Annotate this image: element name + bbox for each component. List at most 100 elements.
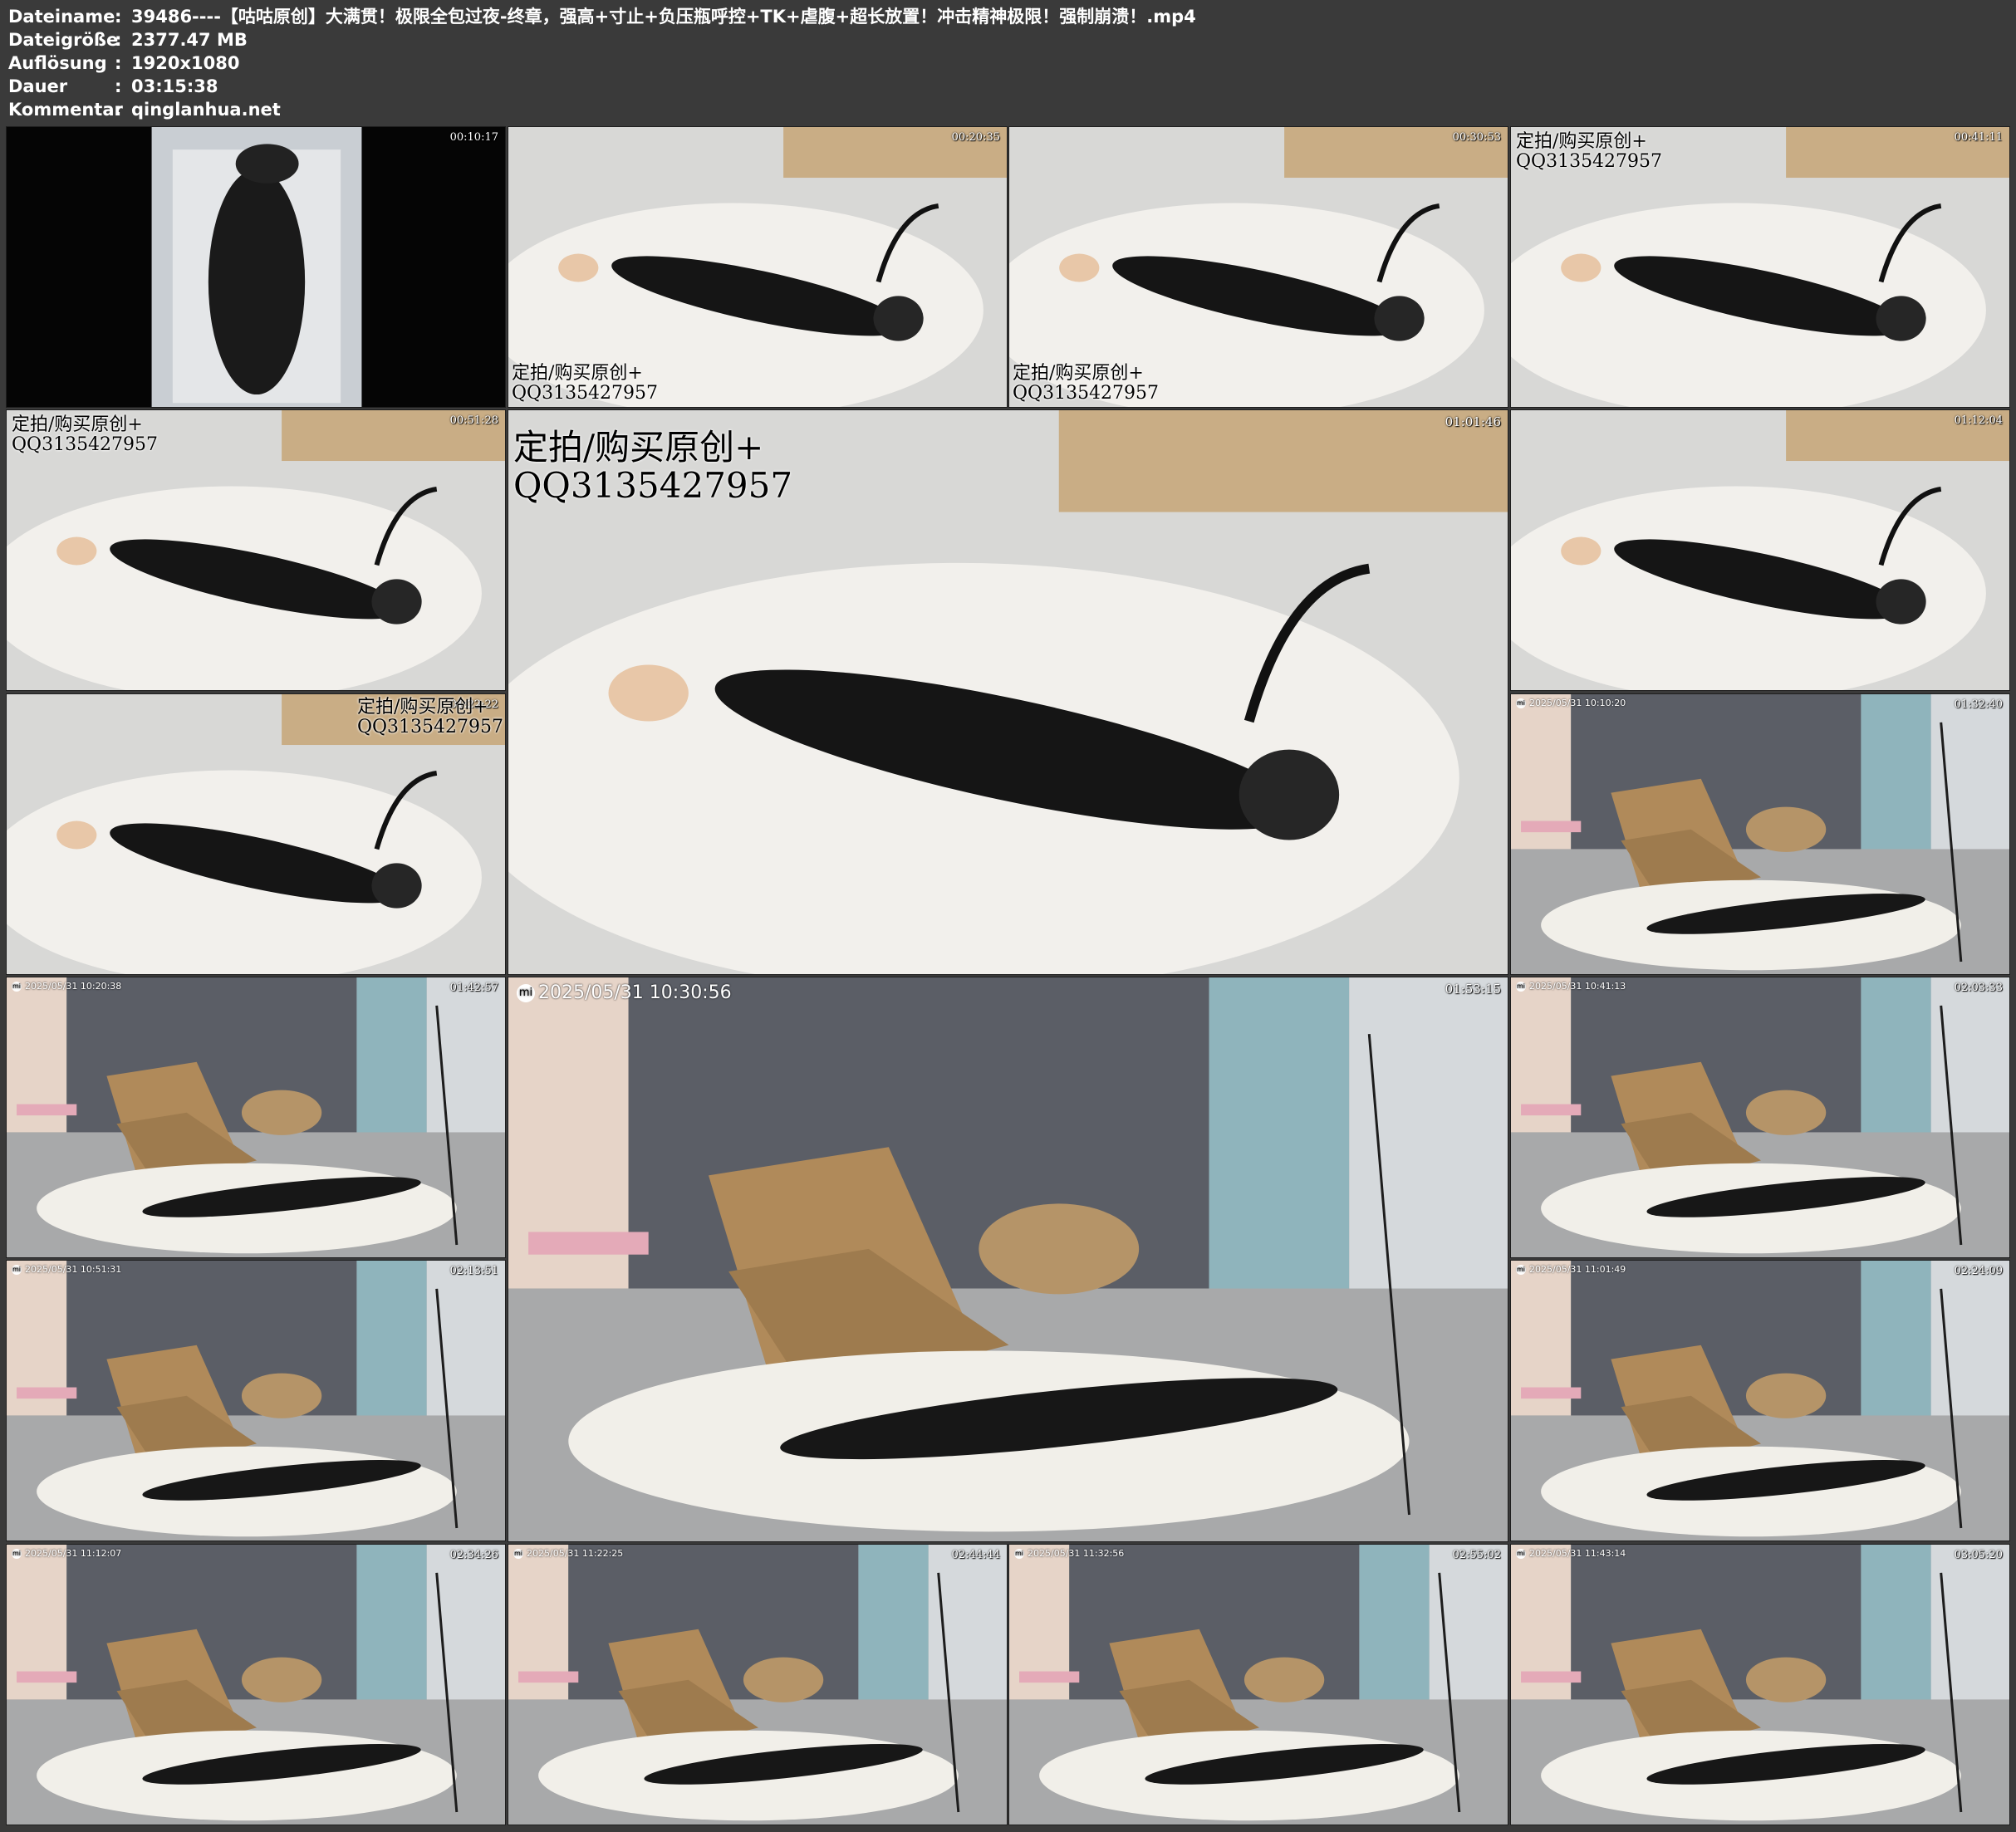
frame-timestamp: 00:30:53 (1452, 131, 1501, 144)
camera-logo-icon: mi (12, 1549, 22, 1559)
watermark-line-2: QQ3135427957 (513, 465, 793, 507)
camera-datetime-text: 2025/05/31 11:01:49 (1529, 1264, 1626, 1275)
camera-datetime: mi 2025/05/31 11:43:14 (1516, 1548, 1626, 1559)
frame-timestamp: 00:51:28 (449, 414, 498, 427)
thumbnail-frame: 00:30:53 定拍/购买原创+ QQ3135427957 (1008, 126, 1508, 408)
frame-timestamp: 03:05:20 (1954, 1549, 2003, 1561)
frame-image (508, 1545, 1007, 1825)
thumbnail-frame: 01:32:40 mi 2025/05/31 10:10:20 (1510, 693, 2010, 975)
info-label: Auflösung (8, 53, 107, 73)
watermark-line-1: 定拍/购买原创+ (1516, 131, 1647, 152)
frame-timestamp: 00:20:35 (951, 131, 1000, 144)
frame-timestamp: 00:41:11 (1954, 131, 2003, 144)
camera-datetime-text: 2025/05/31 10:41:13 (1529, 981, 1626, 992)
info-row-resolution: Auflösung:1920x1080 (8, 51, 2002, 75)
camera-logo-icon: mi (517, 984, 535, 1002)
frame-image (1009, 1545, 1508, 1825)
camera-logo-icon: mi (1516, 1549, 1526, 1559)
watermark-line-1: 定拍/购买原创+ (356, 697, 488, 718)
thumbnail-frame: 02:55:02 mi 2025/05/31 11:32:56 (1008, 1544, 1508, 1825)
frame-timestamp: 01:53:15 (1445, 982, 1501, 997)
frame-image (508, 977, 1508, 1541)
watermark: 定拍/购买原创+ QQ3135427957 (356, 697, 503, 738)
info-label: Dauer (8, 76, 68, 96)
camera-datetime-text: 2025/05/31 10:30:56 (538, 982, 732, 1003)
watermark: 定拍/购买原创+ QQ3135427957 (1013, 362, 1160, 404)
camera-datetime-text: 2025/05/31 10:51:31 (25, 1264, 122, 1275)
camera-datetime-text: 2025/05/31 11:43:14 (1529, 1548, 1626, 1559)
info-label: Dateiname (8, 7, 115, 27)
info-separator: : (115, 7, 122, 27)
frame-image (1511, 1261, 2009, 1541)
info-value-resolution: 1920x1080 (131, 53, 240, 73)
watermark-line-1: 定拍/购买原创+ (512, 362, 643, 384)
camera-logo-icon: mi (12, 982, 22, 992)
frame-timestamp: 01:42:57 (449, 982, 498, 994)
frame-image (7, 127, 505, 407)
camera-datetime-text: 2025/05/31 11:32:56 (1028, 1548, 1125, 1559)
watermark-line-1: 定拍/购买原创+ (1013, 362, 1144, 384)
camera-datetime: mi 2025/05/31 11:01:49 (1516, 1264, 1626, 1275)
thumbnail-frame: 02:03:33 mi 2025/05/31 10:41:13 (1510, 977, 2010, 1258)
camera-datetime-text: 2025/05/31 10:20:38 (25, 981, 122, 992)
info-separator: : (115, 53, 122, 73)
thumbnail-frame: 00:20:35 定拍/购买原创+ QQ3135427957 (508, 126, 1008, 408)
watermark: 定拍/购买原创+ QQ3135427957 (513, 427, 793, 507)
frame-image (1511, 977, 2009, 1257)
camera-datetime: mi 2025/05/31 11:32:56 (1014, 1548, 1124, 1559)
info-header: Dateiname: 39486----【咕咕原创】大满贯！极限全包过夜-终章，强… (8, 5, 2002, 121)
frame-image (1511, 1545, 2009, 1825)
camera-datetime-text: 2025/05/31 11:12:07 (25, 1548, 122, 1559)
watermark-line-2: QQ3135427957 (1013, 382, 1160, 404)
watermark: 定拍/购买原创+ QQ3135427957 (1516, 131, 1663, 173)
info-label: Kommentar (8, 100, 123, 120)
frame-timestamp: 01:32:40 (1954, 698, 2003, 711)
camera-logo-icon: mi (1516, 982, 1526, 992)
thumbnail-frame: 03:05:20 mi 2025/05/31 11:43:14 (1510, 1544, 2010, 1825)
frame-image (7, 1545, 505, 1825)
watermark-line-1: 定拍/购买原创+ (513, 427, 764, 468)
thumbnail-frame: 01:01:46 定拍/购买原创+ QQ3135427957 (508, 409, 1508, 975)
camera-datetime-text: 2025/05/31 10:10:20 (1529, 698, 1626, 708)
camera-datetime: mi 2025/05/31 11:22:25 (513, 1548, 623, 1559)
camera-logo-icon: mi (1516, 698, 1526, 708)
frame-image (7, 977, 505, 1257)
camera-logo-icon: mi (513, 1549, 523, 1559)
info-separator: : (115, 76, 122, 96)
camera-datetime: mi 2025/05/31 10:10:20 (1516, 698, 1626, 708)
thumbnail-frame: 02:13:51 mi 2025/05/31 10:51:31 (6, 1260, 506, 1541)
camera-datetime: mi 2025/05/31 10:30:56 (517, 982, 732, 1003)
watermark: 定拍/购买原创+ QQ3135427957 (512, 362, 659, 404)
info-row-filename: Dateiname: 39486----【咕咕原创】大满贯！极限全包过夜-终章，强… (8, 5, 2002, 28)
watermark-line-2: QQ3135427957 (356, 717, 503, 738)
frame-timestamp: 02:44:44 (951, 1549, 1000, 1561)
watermark-line-2: QQ3135427957 (512, 382, 659, 404)
camera-datetime: mi 2025/05/31 10:51:31 (12, 1264, 121, 1275)
camera-logo-icon: mi (1014, 1549, 1024, 1559)
camera-datetime-text: 2025/05/31 11:22:25 (527, 1548, 624, 1559)
frame-image (1511, 410, 2009, 690)
watermark-line-2: QQ3135427957 (12, 434, 159, 456)
info-separator: : (115, 30, 122, 50)
info-label: Dateigröße (8, 30, 119, 50)
frame-timestamp: 01:01:46 (1445, 414, 1501, 429)
info-separator: : (115, 100, 122, 120)
camera-datetime: mi 2025/05/31 10:41:13 (1516, 981, 1626, 992)
frame-timestamp: 02:24:09 (1954, 1265, 2003, 1277)
frame-image (1511, 694, 2009, 974)
frame-timestamp: 02:03:33 (1954, 982, 2003, 994)
info-value-filename: 39486----【咕咕原创】大满贯！极限全包过夜-终章，强高+寸止+负压瓶呼控… (131, 7, 1196, 27)
watermark-line-2: QQ3135427957 (1516, 151, 1663, 173)
watermark-line-1: 定拍/购买原创+ (12, 414, 143, 435)
info-row-comment: Kommentar: qinglanhua.net (8, 98, 2002, 121)
info-value-comment: qinglanhua.net (131, 100, 281, 120)
thumbnail-frame: 01:53:15 mi 2025/05/31 10:30:56 (508, 977, 1508, 1542)
frame-timestamp: 00:10:17 (449, 131, 498, 144)
thumbnail-frame: 02:44:44 mi 2025/05/31 11:22:25 (508, 1544, 1008, 1825)
frame-timestamp: 02:13:51 (449, 1265, 498, 1277)
frame-timestamp: 01:12:04 (1954, 414, 2003, 427)
thumbnail-frame: 00:41:11 定拍/购买原创+ QQ3135427957 (1510, 126, 2010, 408)
camera-logo-icon: mi (12, 1265, 22, 1275)
camera-datetime: mi 2025/05/31 10:20:38 (12, 981, 121, 992)
thumbnail-frame: 00:51:28 定拍/购买原创+ QQ3135427957 (6, 409, 506, 691)
